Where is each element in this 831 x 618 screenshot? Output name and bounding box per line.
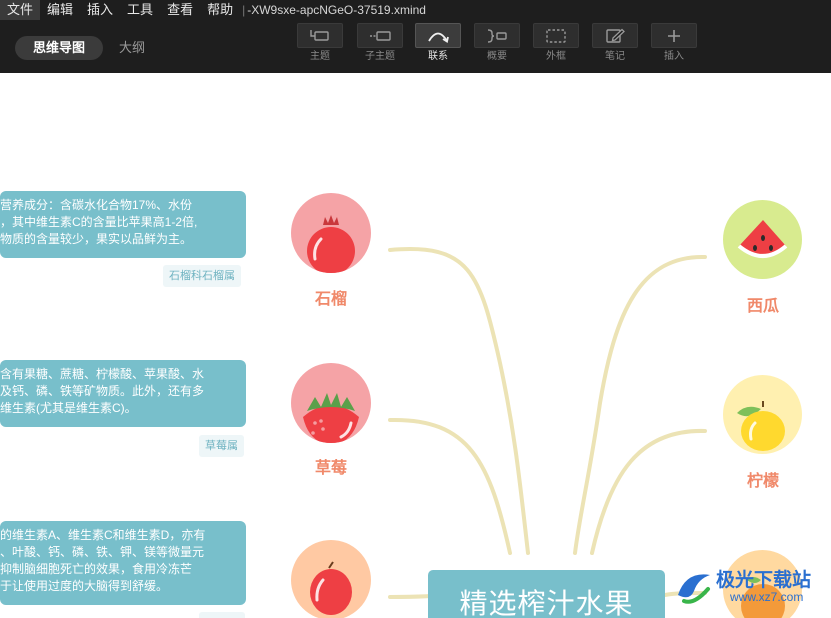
note-button[interactable]: 笔记 — [592, 23, 638, 63]
watermark-logo-icon — [678, 574, 710, 604]
strawberry-topic[interactable] — [291, 363, 371, 443]
lemon-topic[interactable] — [723, 375, 802, 454]
mindmap-canvas[interactable]: 营养成分：含碳水化合物17%、水份 ，其中维生素C的含量比苹果高1-2倍, 物质… — [0, 73, 831, 618]
document-filename: -XW9sxe-apcNGeO-37519.xmind — [247, 3, 426, 17]
menu-file[interactable]: 文件 — [0, 0, 41, 20]
note-pomegranate[interactable]: 营养成分：含碳水化合物17%、水份 ，其中维生素C的含量比苹果高1-2倍, 物质… — [0, 191, 246, 258]
lemon-label[interactable]: 柠檬 — [723, 467, 803, 491]
label-mango-genus[interactable] — [199, 612, 245, 618]
topic-button[interactable]: 主题 — [297, 23, 343, 63]
menu-separator: | — [242, 3, 246, 17]
note-strawberry[interactable]: 含有果糖、蔗糖、柠檬酸、苹果酸、水 及钙、磷、铁等矿物质。此外，还有多 维生素(… — [0, 360, 246, 427]
boundary-button[interactable]: 外框 — [533, 23, 579, 63]
plus-icon — [668, 29, 680, 42]
strawberry-icon — [303, 393, 359, 443]
boundary-icon — [546, 28, 566, 43]
subtopic-label: 子主题 — [365, 51, 395, 62]
note-mango[interactable]: 的维生素A、维生素C和维生素D，亦有 、叶酸、钙、磷、铁、钾、镁等微量元 抑制脑… — [0, 521, 246, 605]
note-line: ，其中维生素C的含量比苹果高1-2倍, — [0, 215, 198, 229]
mango-icon — [310, 561, 352, 615]
watermark-url: www.xz7.com — [730, 590, 804, 604]
summary-button[interactable]: 概要 — [474, 23, 520, 63]
note-line: 、叶酸、钙、磷、铁、钾、镁等微量元 — [0, 545, 205, 559]
note-line: 抑制脑细胞死亡的效果，食用冷冻芒 — [0, 562, 193, 576]
menu-edit[interactable]: 编辑 — [40, 0, 80, 20]
pomegranate-topic[interactable] — [291, 193, 371, 273]
watermelon-label[interactable]: 西瓜 — [723, 292, 803, 316]
note-line: 于让使用过度的大脑得到舒缓。 — [0, 579, 169, 593]
site-watermark: 极光下载站 www.xz7.com — [672, 563, 831, 611]
watermelon-icon — [737, 220, 788, 258]
label-pomegranate-genus[interactable]: 石榴科石榴属 — [163, 265, 241, 287]
mango-topic[interactable] — [291, 540, 371, 618]
menu-view[interactable]: 查看 — [160, 0, 200, 20]
tab-mindmap[interactable]: 思维导图 — [15, 36, 103, 60]
note-icon — [606, 28, 625, 43]
note-line: 维生素(尤其是维生素C)。 — [0, 401, 137, 415]
menu-insert[interactable]: 插入 — [80, 0, 120, 20]
boundary-label: 外框 — [546, 51, 566, 62]
note-label: 笔记 — [605, 51, 625, 62]
summary-label: 概要 — [487, 51, 507, 62]
subtopic-icon — [370, 30, 391, 41]
menu-tools[interactable]: 工具 — [120, 0, 160, 20]
central-topic[interactable]: 精选榨汁水果 — [428, 570, 665, 618]
note-line: 营养成分：含碳水化合物17%、水份 — [0, 198, 193, 212]
pomegranate-icon — [307, 215, 355, 273]
tab-outline[interactable]: 大纲 — [119, 36, 145, 60]
lemon-icon — [737, 401, 785, 451]
note-line: 物质的含量较少，果实以品鲜为主。 — [0, 232, 193, 246]
topic-icon — [310, 29, 329, 41]
menu-bar: 文件 编辑 插入 工具 查看 帮助 | -XW9sxe-apcNGeO-3751… — [0, 0, 831, 20]
label-strawberry-genus[interactable]: 草莓属 — [199, 435, 244, 457]
pomegranate-label[interactable]: 石榴 — [291, 285, 371, 309]
strawberry-label[interactable]: 草莓 — [291, 454, 371, 478]
note-line: 的维生素A、维生素C和维生素D，亦有 — [0, 528, 206, 542]
toolbar: 思维导图 大纲 主题 子主题 联系 概要 外框 笔记 插入 — [0, 20, 831, 73]
relationship-icon — [428, 32, 449, 43]
relationship-button[interactable]: 联系 — [415, 23, 461, 63]
topic-label: 主题 — [310, 51, 330, 62]
subtopic-button[interactable]: 子主题 — [357, 23, 403, 63]
insert-label: 插入 — [664, 51, 684, 62]
watermelon-topic[interactable] — [723, 200, 802, 279]
menu-help[interactable]: 帮助 — [200, 0, 240, 20]
note-line: 及钙、磷、铁等矿物质。此外，还有多 — [0, 384, 205, 398]
relationship-label: 联系 — [428, 51, 448, 62]
note-line: 含有果糖、蔗糖、柠檬酸、苹果酸、水 — [0, 367, 205, 381]
insert-button[interactable]: 插入 — [651, 23, 697, 63]
summary-icon — [487, 28, 507, 43]
watermark-title: 极光下载站 — [716, 570, 812, 591]
